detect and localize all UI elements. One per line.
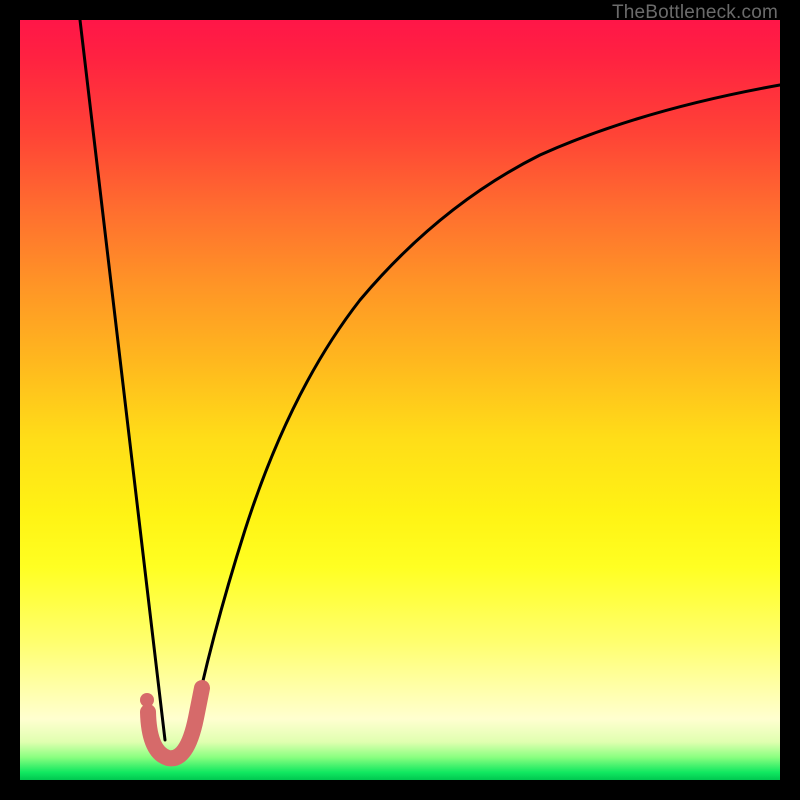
curve-overlay [20, 20, 780, 780]
curve-left [80, 20, 165, 740]
red-j-marker [148, 688, 202, 758]
watermark-text: TheBottleneck.com [612, 2, 778, 24]
heatmap-plot-area [20, 20, 780, 780]
red-dot-marker [140, 693, 154, 707]
curve-right [190, 85, 780, 740]
